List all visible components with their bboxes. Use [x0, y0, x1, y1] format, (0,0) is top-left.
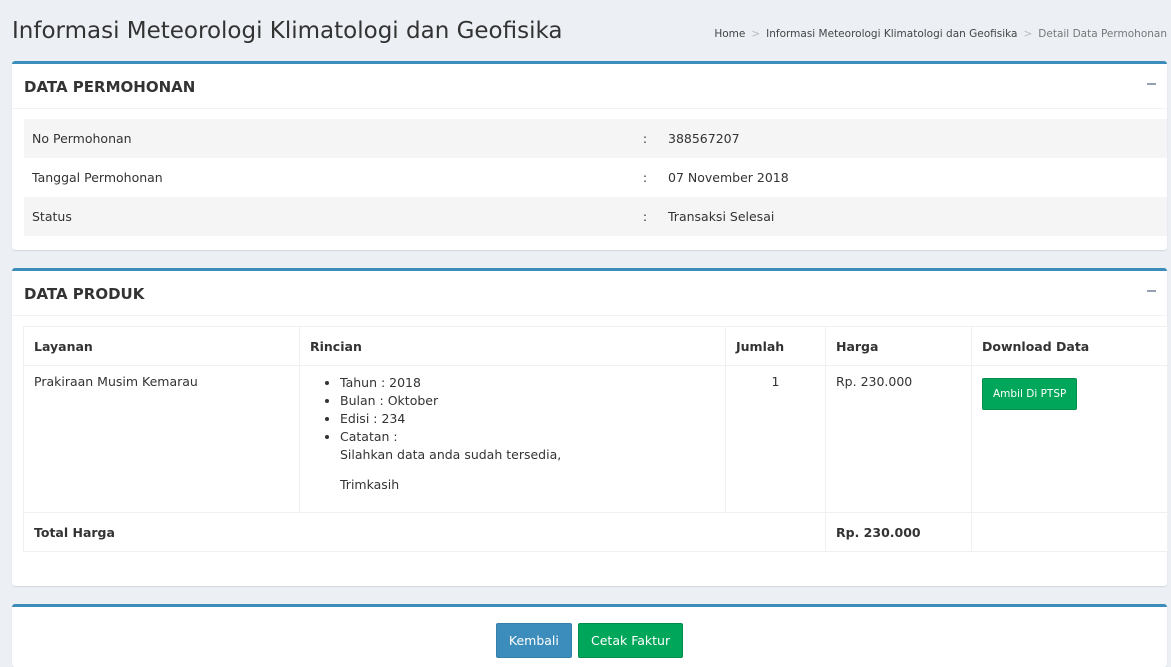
list-item: Edisi : 234: [340, 410, 715, 428]
breadcrumb: Home > Informasi Meteorologi Klimatologi d…: [714, 28, 1167, 40]
list-item: Catatan : Silahkan data anda sudah terse…: [340, 428, 715, 504]
rincian-list: Tahun : 2018 Bulan : Oktober Edisi : 234…: [310, 374, 715, 504]
action-box: Kembali Cetak Faktur: [12, 604, 1167, 667]
collapse-minus-icon[interactable]: [1145, 76, 1159, 90]
total-label: Total Harga: [23, 512, 826, 552]
list-item: Tahun : 2018: [340, 374, 715, 392]
breadcrumb-current: Detail Data Permohonan: [1038, 28, 1167, 40]
ambil-di-ptsp-button[interactable]: Ambil Di PTSP: [982, 378, 1078, 410]
box-title: DATA PERMOHONAN: [24, 78, 196, 96]
permohonan-table: No Permohonan : 388567207 Tanggal Permoh…: [24, 119, 1167, 236]
catatan-text: Silahkan data anda sudah tersedia, Trimk…: [340, 446, 715, 504]
layanan-cell: Prakiraan Musim Kemarau: [23, 365, 300, 513]
row-label: Tanggal Permohonan: [32, 170, 163, 185]
catatan-line: Trimkasih: [340, 477, 400, 492]
harga-cell: Rp. 230.000: [825, 365, 972, 513]
total-empty-cell: [971, 512, 1168, 552]
total-value: Rp. 230.000: [825, 512, 972, 552]
table-row: Status : Transaksi Selesai: [24, 197, 1167, 236]
data-permohonan-box: DATA PERMOHONAN No Permohonan : 38856720…: [12, 61, 1167, 250]
cetak-faktur-button[interactable]: Cetak Faktur: [578, 623, 684, 658]
row-value: Transaksi Selesai: [660, 197, 1167, 236]
breadcrumb-section-link[interactable]: Informasi Meteorologi Klimatologi dan Ge…: [766, 28, 1017, 40]
rincian-cell: Tahun : 2018 Bulan : Oktober Edisi : 234…: [299, 365, 726, 513]
page-title: Informasi Meteorologi Klimatologi dan Ge…: [12, 18, 563, 44]
list-item: Bulan : Oktober: [340, 392, 715, 410]
box-header: DATA PERMOHONAN: [12, 64, 1167, 109]
collapse-minus-icon[interactable]: [1145, 283, 1159, 297]
column-header-rincian: Rincian: [299, 326, 726, 366]
catatan-label: Catatan :: [340, 429, 398, 444]
row-value: 07 November 2018: [668, 170, 789, 185]
column-header-harga: Harga: [825, 326, 972, 366]
table-row: Prakiraan Musim Kemarau Tahun : 2018 Bul…: [23, 365, 1168, 513]
button-row: Kembali Cetak Faktur: [12, 623, 1167, 658]
breadcrumb-separator-icon: >: [1023, 28, 1033, 40]
column-header-jumlah: Jumlah: [725, 326, 826, 366]
produk-table: Layanan Rincian Jumlah Harga Download Da…: [23, 326, 1168, 552]
box-title: DATA PRODUK: [24, 285, 145, 303]
data-produk-box: DATA PRODUK Layanan Rincian Jumlah Harga…: [12, 268, 1168, 586]
table-header-row: Layanan Rincian Jumlah Harga Download Da…: [23, 326, 1168, 366]
row-separator: :: [630, 197, 660, 236]
column-header-layanan: Layanan: [23, 326, 300, 366]
breadcrumb-home-link[interactable]: Home: [714, 28, 745, 40]
breadcrumb-separator-icon: >: [751, 28, 761, 40]
download-cell: Ambil Di PTSP: [971, 365, 1168, 513]
catatan-line: Silahkan data anda sudah tersedia,: [340, 447, 562, 462]
row-label: Status: [24, 197, 630, 236]
column-header-download: Download Data: [971, 326, 1168, 366]
total-row: Total Harga Rp. 230.000: [23, 512, 1168, 552]
jumlah-cell: 1: [725, 365, 826, 513]
table-row: Tanggal Permohonan : 07 November 2018: [24, 158, 1167, 197]
row-label: No Permohonan: [24, 119, 630, 158]
kembali-button[interactable]: Kembali: [495, 623, 572, 658]
table-row: No Permohonan : 388567207: [24, 119, 1167, 158]
content-header: Informasi Meteorologi Klimatologi dan Ge…: [12, 14, 1171, 50]
row-separator: :: [630, 119, 660, 158]
row-value: 388567207: [660, 119, 1167, 158]
box-header: DATA PRODUK: [12, 271, 1167, 316]
row-separator: :: [642, 170, 648, 185]
